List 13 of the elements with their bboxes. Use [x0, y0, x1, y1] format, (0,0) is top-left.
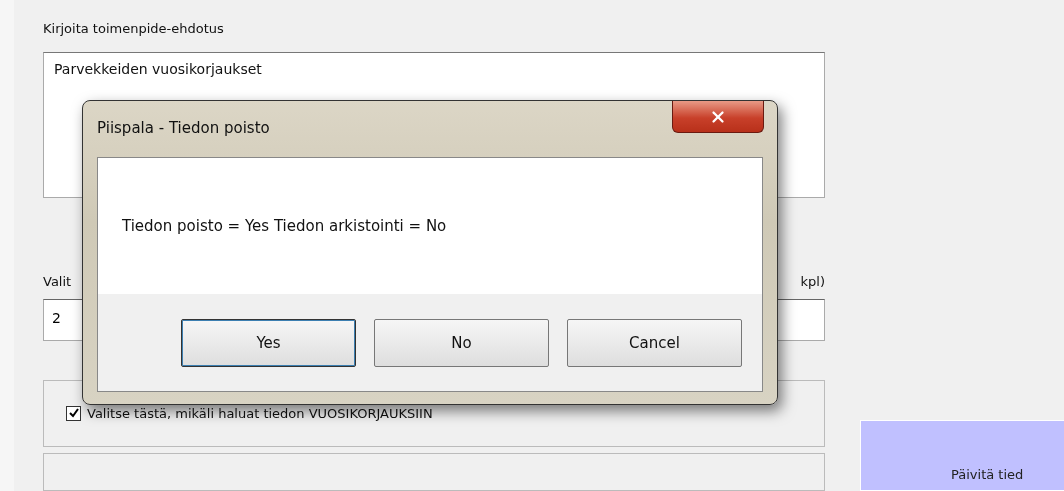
field-label: Kirjoita toimenpide-ehdotus [43, 20, 225, 38]
field-label: kpl) [800, 274, 825, 290]
checkbox-label: Valitse tästä, mikäli haluat tiedon VUOSIKORJAUKSIIN [87, 406, 433, 421]
dialog-button[interactable]: Yes [181, 318, 356, 367]
checkbox[interactable] [66, 406, 81, 421]
update-button[interactable]: Päivitä tied [860, 420, 1064, 491]
dialog-button[interactable]: Cancel [567, 318, 742, 367]
dialog-message: Tiedon poisto = Yes Tiedon arkistointi = No [122, 217, 447, 235]
dialog-button[interactable]: No [374, 318, 549, 367]
check-icon [68, 408, 79, 419]
field-label: Valit [43, 274, 72, 290]
dialog-title: Piispala - Tiedon poisto [97, 119, 270, 137]
close-button[interactable] [672, 101, 764, 133]
